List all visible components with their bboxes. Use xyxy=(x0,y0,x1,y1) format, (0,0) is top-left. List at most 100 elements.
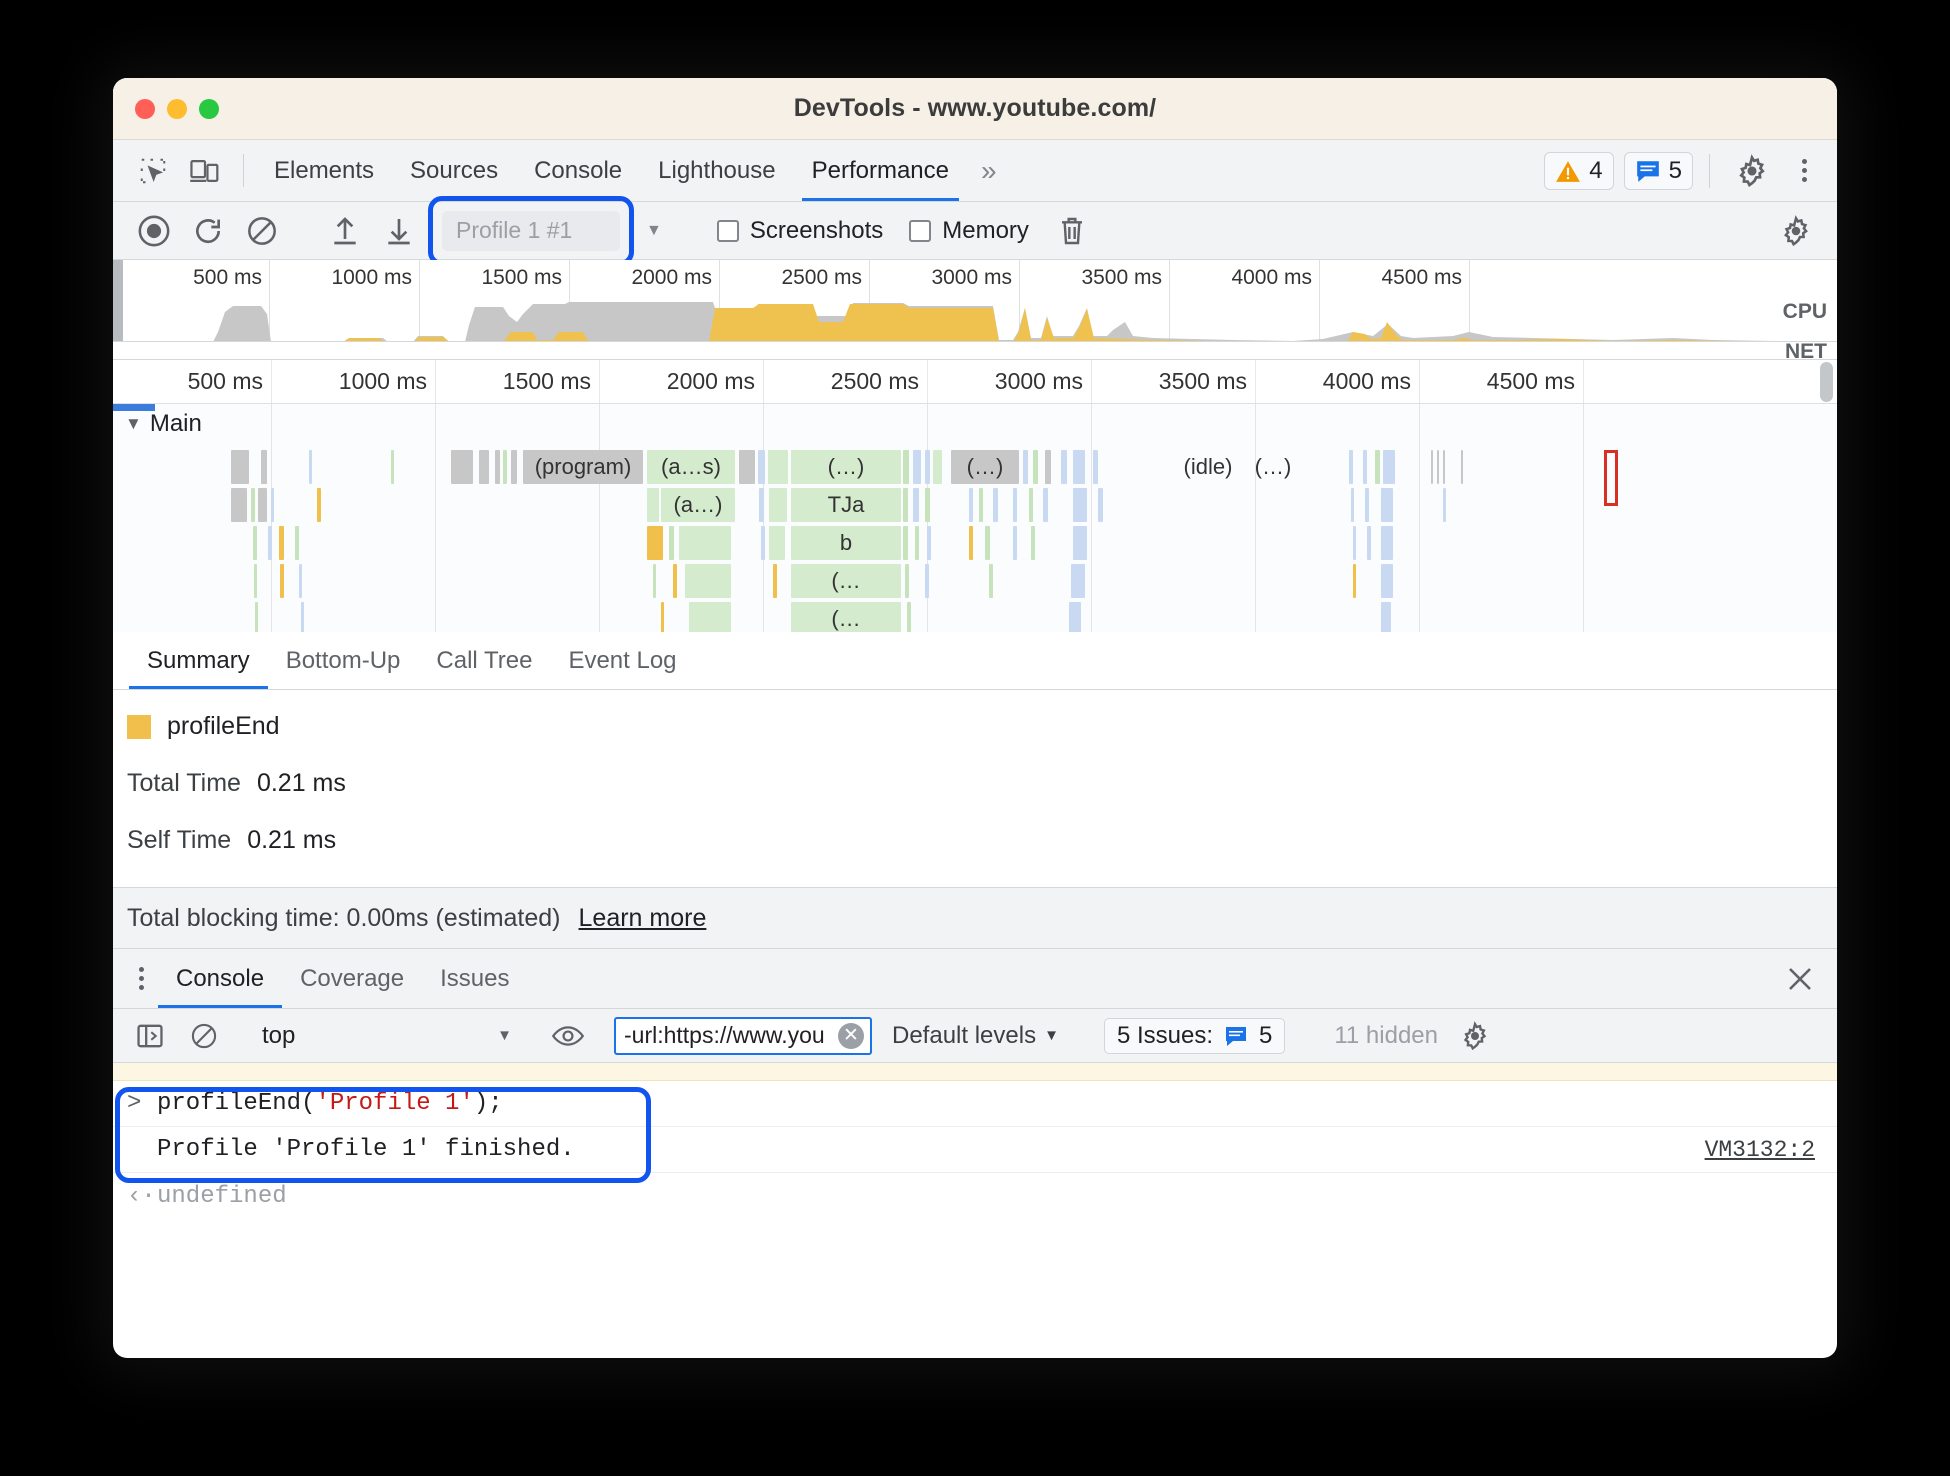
save-profile-icon[interactable] xyxy=(374,208,424,254)
clear-recording-button[interactable] xyxy=(237,208,287,254)
record-button[interactable] xyxy=(129,208,179,254)
close-drawer-icon[interactable] xyxy=(1763,949,1837,1008)
flame-block-b[interactable]: b xyxy=(791,526,901,560)
flame-block-dots-3[interactable]: (…) xyxy=(1213,450,1333,484)
warnings-badge[interactable]: 4 xyxy=(1544,151,1614,190)
drawer-menu-icon[interactable] xyxy=(125,967,158,990)
tab-summary[interactable]: Summary xyxy=(129,632,268,689)
tab-elements[interactable]: Elements xyxy=(256,140,392,201)
console-output[interactable]: > profileEnd('Profile 1'); Profile 'Prof… xyxy=(113,1063,1837,1235)
console-sidebar-toggle-icon[interactable] xyxy=(125,1013,175,1059)
timeline-tick-4: 2500 ms xyxy=(830,368,919,394)
console-log-line[interactable]: Profile 'Profile 1' finished. VM3132:2 xyxy=(113,1127,1837,1173)
tab-event-log[interactable]: Event Log xyxy=(550,632,694,689)
timeline-tick-5: 3000 ms xyxy=(994,368,1083,394)
flame-chart[interactable]: ▼ Main (program) (a…s) (…) (…) (idle) (…… xyxy=(113,404,1837,632)
flame-row-3[interactable]: (… xyxy=(113,562,1837,600)
devtools-menu-icon[interactable] xyxy=(1788,159,1821,182)
tab-bottom-up[interactable]: Bottom-Up xyxy=(268,632,419,689)
overview-tick-0: 500 ms xyxy=(193,266,262,289)
console-levels-selector[interactable]: Default levels ▼ xyxy=(892,1022,1059,1050)
reload-and-record-button[interactable] xyxy=(183,208,233,254)
live-expression-eye-icon[interactable] xyxy=(543,1013,593,1059)
flame-row-0[interactable]: (program) (a…s) (…) (…) (idle) (…) xyxy=(113,448,1837,486)
tab-lighthouse[interactable]: Lighthouse xyxy=(640,140,793,201)
screenshots-checkbox-row[interactable]: Screenshots xyxy=(716,216,884,245)
collapse-triangle-icon[interactable]: ▼ xyxy=(125,414,142,434)
tab-elements-label: Elements xyxy=(274,156,375,184)
devtools-tabbar: Elements Sources Console Lighthouse Perf… xyxy=(113,140,1837,202)
flame-block-dots-5[interactable]: (… xyxy=(791,602,901,632)
tab-sources[interactable]: Sources xyxy=(392,140,516,201)
info-badge[interactable]: 5 xyxy=(1623,151,1693,190)
flame-block-program[interactable]: (program) xyxy=(523,450,643,484)
console-log-text: Profile 'Profile 1' finished. xyxy=(157,1136,575,1163)
console-source-link[interactable]: VM3132:2 xyxy=(1705,1137,1837,1163)
perf-toolbar-right xyxy=(1746,208,1821,254)
flame-row-4[interactable]: (… xyxy=(113,600,1837,632)
event-legend: profileEnd xyxy=(127,712,1837,741)
load-profile-icon[interactable] xyxy=(320,208,370,254)
tab-sources-label: Sources xyxy=(410,156,499,184)
memory-checkbox[interactable] xyxy=(909,219,932,242)
memory-label: Memory xyxy=(942,216,1029,244)
flame-block-as[interactable]: (a…s) xyxy=(647,450,735,484)
tab-console[interactable]: Console xyxy=(516,140,640,201)
console-input-line[interactable]: > profileEnd('Profile 1'); xyxy=(113,1081,1837,1127)
console-settings-gear-icon[interactable] xyxy=(1450,1013,1500,1059)
self-time-row: Self Time 0.21 ms xyxy=(127,826,1837,855)
clear-filter-icon[interactable]: ✕ xyxy=(838,1022,864,1049)
console-hidden-count: 11 hidden xyxy=(1334,1021,1438,1049)
flame-block-dots-4[interactable]: (… xyxy=(791,564,901,598)
input-prompt-icon: > xyxy=(127,1090,142,1117)
console-result-line[interactable]: ‹· undefined xyxy=(113,1173,1837,1219)
console-toolbar: top ▼ -url:https://www.you ✕ Default lev… xyxy=(113,1009,1837,1063)
drawer-tab-console[interactable]: Console xyxy=(158,949,283,1008)
capture-settings-gear-icon[interactable] xyxy=(1771,208,1821,254)
console-issues-count: 5 xyxy=(1258,1021,1273,1049)
console-truncated-warning-row[interactable] xyxy=(113,1063,1837,1081)
console-context-selector[interactable]: top ▼ xyxy=(250,1022,522,1050)
profile-name-field[interactable]: Profile 1 #1 xyxy=(442,210,620,251)
net-track xyxy=(113,341,1837,359)
drawer-tab-issues[interactable]: Issues xyxy=(422,949,527,1008)
tab-performance[interactable]: Performance xyxy=(794,140,967,201)
flame-block-dots-1[interactable]: (…) xyxy=(791,450,901,484)
event-name: profileEnd xyxy=(167,712,280,740)
settings-gear-icon[interactable] xyxy=(1726,153,1778,188)
warning-icon xyxy=(1555,159,1581,183)
self-time-value: 0.21 ms xyxy=(247,826,337,854)
trash-icon[interactable] xyxy=(1047,208,1097,254)
inspect-element-icon[interactable] xyxy=(127,140,179,201)
tab-call-tree[interactable]: Call Tree xyxy=(418,632,550,689)
tab-lighthouse-label: Lighthouse xyxy=(658,156,776,184)
console-filter-input[interactable]: -url:https://www.you ✕ xyxy=(614,1016,872,1055)
learn-more-link[interactable]: Learn more xyxy=(579,904,707,933)
main-track-label: Main xyxy=(149,410,202,437)
selected-event-marker[interactable] xyxy=(1604,450,1618,506)
timeline-overview[interactable]: 500 ms 1000 ms 1500 ms 2000 ms 2500 ms 3… xyxy=(113,260,1837,363)
screenshots-label: Screenshots xyxy=(749,216,884,244)
warning-count: 4 xyxy=(1589,156,1603,184)
more-tabs-icon[interactable]: » xyxy=(967,140,1007,201)
info-count: 5 xyxy=(1668,156,1682,184)
flame-row-2[interactable]: b xyxy=(113,524,1837,562)
clear-console-icon[interactable] xyxy=(179,1013,229,1059)
flame-row-1[interactable]: (a…) TJa xyxy=(113,486,1837,524)
flame-block-dots-2[interactable]: (…) xyxy=(951,450,1019,484)
screenshots-checkbox[interactable] xyxy=(716,219,739,242)
flame-block-tja[interactable]: TJa xyxy=(791,488,901,522)
console-issues-button[interactable]: 5 Issues: 5 xyxy=(1103,1017,1286,1054)
overview-tick-1: 1000 ms xyxy=(331,266,412,289)
timeline-scrollbar[interactable] xyxy=(1820,362,1833,402)
overview-tick-4: 2500 ms xyxy=(781,266,862,289)
device-toolbar-icon[interactable] xyxy=(179,140,231,201)
memory-checkbox-row[interactable]: Memory xyxy=(909,217,1029,245)
track-selection-stripe xyxy=(113,404,155,411)
drawer-tab-coverage[interactable]: Coverage xyxy=(282,949,422,1008)
timeline-tick-1: 1000 ms xyxy=(338,368,427,394)
profile-dropdown-caret-icon[interactable]: ▼ xyxy=(646,222,662,240)
toolbar-divider xyxy=(243,154,244,187)
flame-block-a[interactable]: (a…) xyxy=(661,488,735,522)
overview-tick-3: 2000 ms xyxy=(631,266,712,289)
